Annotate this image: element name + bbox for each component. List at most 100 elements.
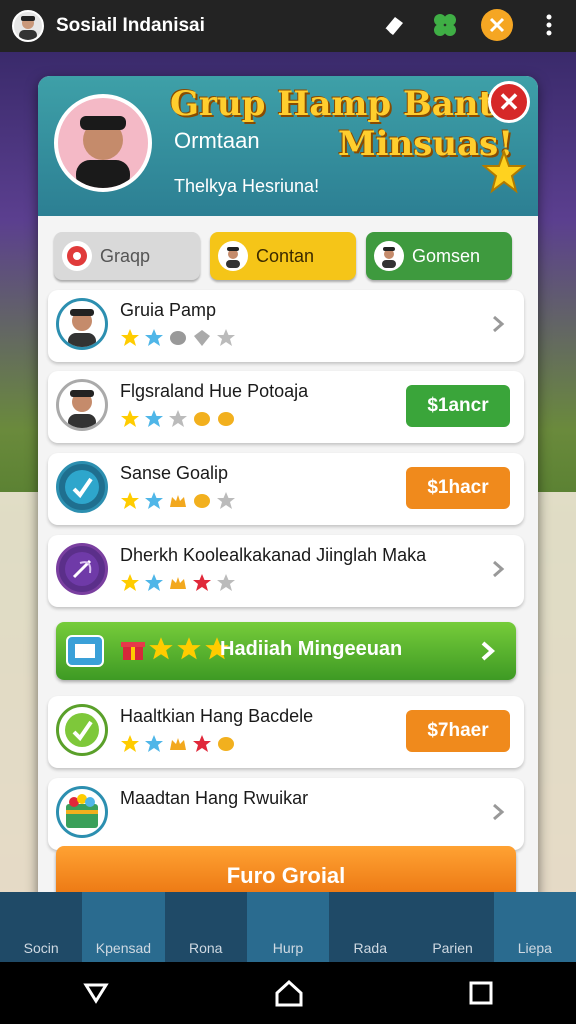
check-badge-icon xyxy=(56,704,108,756)
crown-icon xyxy=(170,577,186,589)
nav-label: Socin xyxy=(23,940,59,956)
coin-icon xyxy=(194,494,210,508)
list-item[interactable]: Dherkh Koolealkakanad Jiinglah Maka xyxy=(48,535,524,607)
close-circle-icon[interactable] xyxy=(480,8,514,42)
rating-icons xyxy=(120,734,236,754)
back-icon[interactable] xyxy=(82,979,110,1007)
clover-icon[interactable] xyxy=(428,8,462,42)
nav-label: Rona xyxy=(188,940,223,956)
item-name: Flgsraland Hue Potoaja xyxy=(120,381,309,401)
nav-item[interactable]: Hurp xyxy=(246,892,330,962)
list-item[interactable]: Gruia Pamp xyxy=(48,290,524,362)
nav-item[interactable]: Parien xyxy=(411,892,493,962)
rating-icons xyxy=(120,409,236,429)
group-dialog: Grup Hamp Bant Minsuas! Ormtaan Thelkya … xyxy=(38,76,538,926)
star-icon xyxy=(482,150,526,194)
recents-icon[interactable] xyxy=(468,980,494,1006)
star-icon xyxy=(121,574,139,591)
tab-label: Graqp xyxy=(100,245,151,266)
item-name: Haaltkian Hang Bacdele xyxy=(120,706,314,726)
bottom-nav: Socin Kpensad Rona Hurp Rada Parien Liep… xyxy=(0,892,576,962)
star-icon xyxy=(193,574,211,591)
star-icon xyxy=(177,637,201,660)
nav-item[interactable]: Rona xyxy=(165,892,247,962)
star-icon xyxy=(149,637,173,660)
crown-icon xyxy=(170,495,186,507)
tab-group[interactable]: Graqp xyxy=(54,232,200,280)
user-avatar-icon xyxy=(218,241,248,271)
close-button[interactable]: ✕ xyxy=(488,81,530,123)
star-icon xyxy=(145,410,163,427)
star-icon xyxy=(121,492,139,509)
list-item[interactable]: Flgsraland Hue Potoaja $1ancr xyxy=(48,371,524,443)
chevron-right-icon[interactable] xyxy=(488,314,508,334)
nav-label: Hurp xyxy=(272,940,304,956)
record-icon xyxy=(62,241,92,271)
nav-item[interactable]: Socin xyxy=(0,892,82,962)
star-icon xyxy=(217,492,235,509)
star-icon xyxy=(121,410,139,427)
header-avatar xyxy=(54,94,152,192)
coin-icon xyxy=(218,737,234,751)
rating-icons xyxy=(120,573,236,593)
nav-label: Kpensad xyxy=(95,940,152,956)
item-name: Maadtan Hang Rwuikar xyxy=(120,788,309,808)
tab-label: Contan xyxy=(256,245,315,266)
star-icon xyxy=(121,735,139,752)
coin-icon xyxy=(194,412,210,426)
profile-avatar[interactable] xyxy=(12,10,44,42)
banner-label: Hadiiah Mingeeuan xyxy=(220,638,403,660)
rating-icons xyxy=(120,491,236,511)
check-badge-icon xyxy=(56,461,108,513)
coin-icon xyxy=(170,331,186,345)
weekly-reward-banner[interactable]: Hadiiah Mingeeuan xyxy=(56,622,516,680)
tab-label: Gomsen xyxy=(412,245,481,266)
nav-item[interactable]: Rada xyxy=(329,892,411,962)
list-item[interactable]: Haaltkian Hang Bacdele $7haer xyxy=(48,696,524,768)
claim-button[interactable]: $1ancr xyxy=(406,385,510,427)
dialog-header: Grup Hamp Bant Minsuas! Ormtaan Thelkya … xyxy=(38,76,538,216)
gift-box-icon xyxy=(56,786,108,838)
nav-item[interactable]: Kpensad xyxy=(82,892,165,962)
nav-label: Liepa xyxy=(517,940,552,956)
chevron-right-icon[interactable] xyxy=(488,802,508,822)
item-name: Sanse Goalip xyxy=(120,463,229,483)
nav-label: Parien xyxy=(432,940,473,956)
top-bar: Sosiail Indanisai xyxy=(0,0,576,52)
eraser-icon[interactable] xyxy=(376,8,410,42)
user-avatar-icon xyxy=(374,241,404,271)
tab-bar: Graqp Contan Gomsen xyxy=(54,232,512,280)
nav-item[interactable]: Liepa xyxy=(493,892,576,962)
star-icon xyxy=(145,574,163,591)
star-icon xyxy=(217,329,235,346)
item-name: Dherkh Koolealkakanad Jiinglah Maka xyxy=(120,545,427,565)
home-icon[interactable] xyxy=(274,978,304,1008)
crown-icon xyxy=(170,738,186,750)
list-item[interactable]: Maadtan Hang Rwuikar xyxy=(48,778,524,850)
app-title: Sosiail Indanisai xyxy=(56,15,205,36)
claim-button[interactable]: $1hacr xyxy=(406,467,510,509)
ticket-icon xyxy=(66,635,104,667)
banner-icons xyxy=(120,636,230,662)
member-avatar xyxy=(56,298,108,350)
tab-comments[interactable]: Gomsen xyxy=(366,232,512,280)
system-nav-bar xyxy=(0,962,576,1024)
dialog-tagline: Thelkya Hesriuna! xyxy=(174,176,320,196)
feather-icon xyxy=(56,543,108,595)
chevron-right-icon[interactable] xyxy=(488,559,508,579)
claim-button[interactable]: $7haer xyxy=(406,710,510,752)
star-icon xyxy=(121,329,139,346)
star-icon xyxy=(193,735,211,752)
tab-contacts[interactable]: Contan xyxy=(210,232,356,280)
gem-icon xyxy=(194,330,210,346)
coin-icon xyxy=(218,412,234,426)
star-icon xyxy=(169,410,187,427)
star-icon xyxy=(217,574,235,591)
chevron-right-icon xyxy=(481,641,496,661)
item-name: Gruia Pamp xyxy=(120,300,217,320)
dialog-subtitle: Ormtaan xyxy=(174,128,260,153)
star-icon xyxy=(145,329,163,346)
dialog-title: Grup Hamp Bant xyxy=(170,84,495,124)
list-item[interactable]: Sanse Goalip $1hacr xyxy=(48,453,524,525)
more-menu-icon[interactable] xyxy=(532,8,566,42)
